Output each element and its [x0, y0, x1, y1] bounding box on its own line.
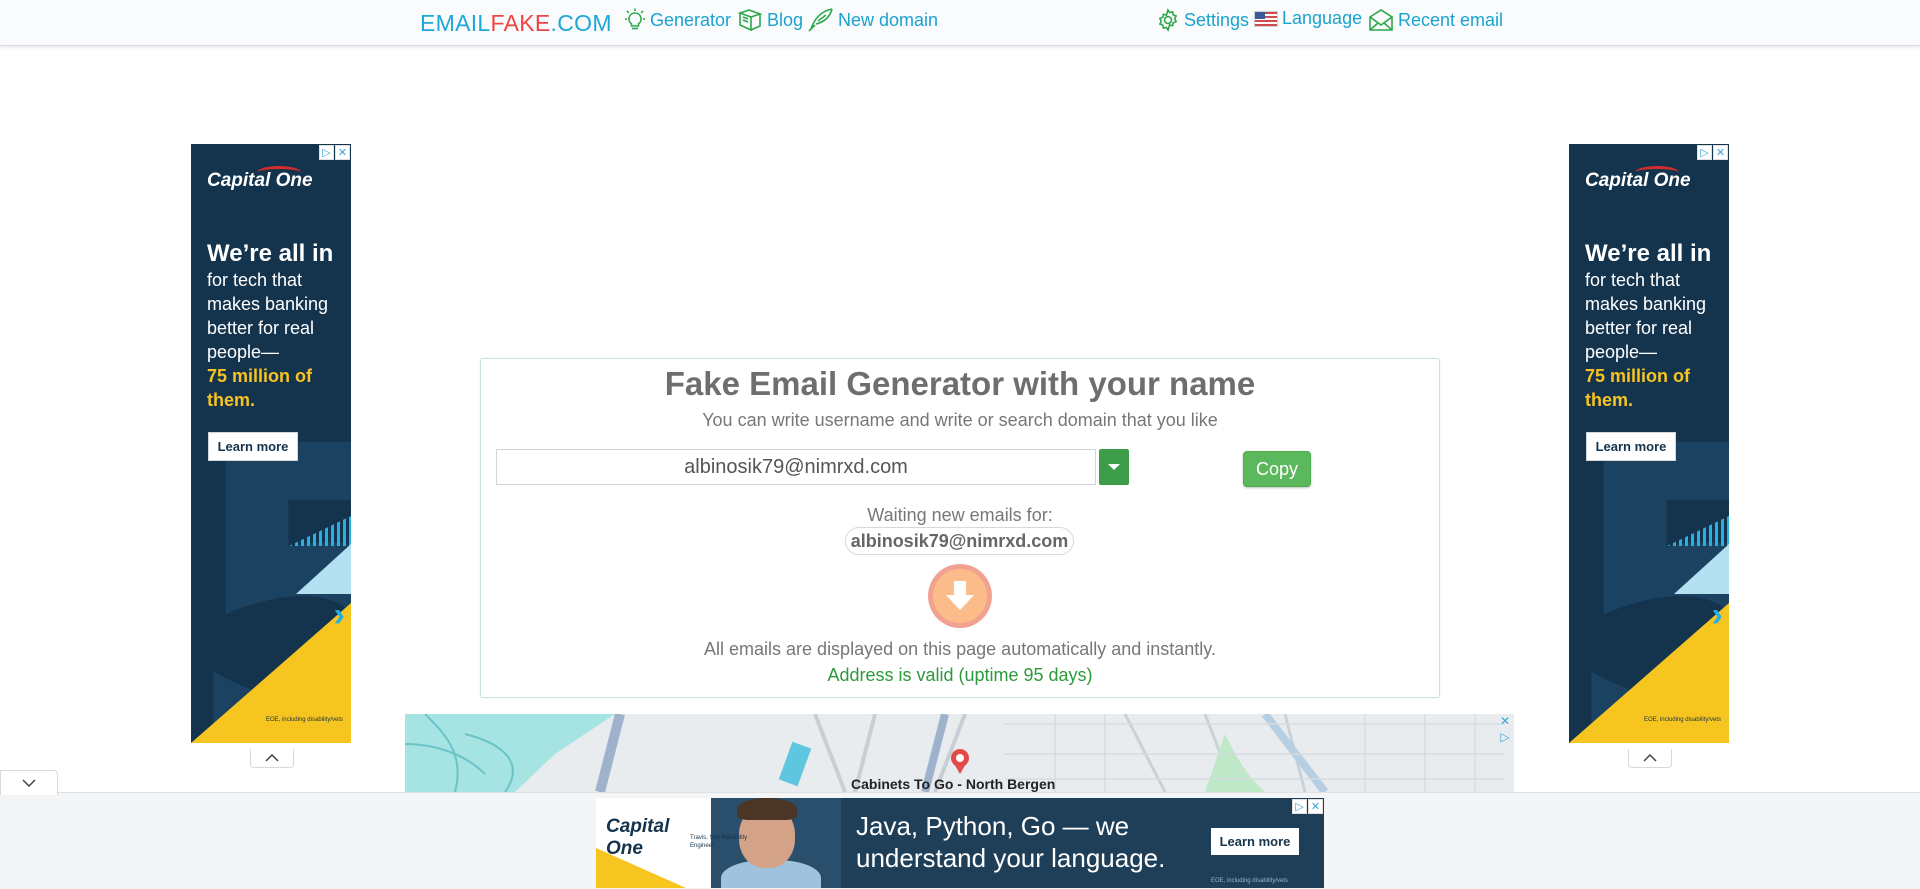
ad-learn-more-button[interactable]: Learn more	[208, 432, 298, 461]
nav-recent-email-label: Recent email	[1398, 9, 1504, 30]
chevron-down-icon	[22, 779, 36, 787]
banner-headline: Java, Python, Go — we understand your la…	[856, 811, 1166, 873]
brand-part-fake: FAKE	[490, 10, 551, 36]
banner-ad-badges: ▷ ✕	[1292, 799, 1323, 814]
arrow-down-icon	[946, 581, 974, 610]
adchoices-icon[interactable]: ▷	[1697, 145, 1712, 160]
adchoices-icon[interactable]: ▷	[319, 145, 334, 160]
ad-highlight: 75 million of them.	[1585, 366, 1691, 410]
email-generator-card: Fake Email Generator with your name You …	[480, 358, 1440, 698]
ad-body-text: for tech that makes banking better for r…	[207, 270, 329, 362]
page-title: Fake Email Generator with your name	[664, 365, 1256, 402]
waiting-address-badge: albinosik79@nimrxd.com	[845, 527, 1074, 555]
nav-recent-email-link[interactable]: Recent email	[1368, 8, 1503, 32]
banner-fine-print: EOE, including disability/vets	[1210, 878, 1288, 884]
banner-caption: Travis, Site Reliability Engineer	[690, 835, 748, 849]
adchoices-icon[interactable]: ▷	[1292, 799, 1307, 814]
ad-highlight: 75 million of them.	[207, 366, 313, 410]
bottom-banner-ad[interactable]: Capital One Travis, Site Reliability Eng…	[596, 798, 1324, 888]
nav-new-domain-link[interactable]: New domain	[808, 8, 938, 32]
email-address-input[interactable]	[496, 449, 1096, 485]
address-valid-status: Address is valid (uptime 95 days)	[827, 665, 1093, 685]
nav-language-label: Language	[1282, 8, 1363, 28]
site-logo[interactable]: EMAILFAKE.COM	[420, 10, 612, 37]
banner-learn-more-button[interactable]: Learn more	[1211, 828, 1299, 855]
chevron-up-icon	[265, 754, 279, 762]
ad-close-icon[interactable]: ✕	[1498, 714, 1512, 728]
pen-icon	[808, 8, 833, 32]
ad-close-icon[interactable]: ✕	[335, 145, 350, 160]
top-navbar: EMAILFAKE.COM Generator Blog New domain …	[0, 0, 1920, 46]
nav-generator-link[interactable]: Generator	[624, 8, 731, 32]
map-place-label: Cabinets To Go - North Bergen	[851, 776, 1056, 792]
ad-learn-more-button[interactable]: Learn more	[1586, 432, 1676, 461]
ad-logo-swoosh	[257, 166, 301, 179]
envelope-icon	[1369, 9, 1393, 31]
ad-logo-swoosh	[1635, 166, 1679, 179]
map-ad[interactable]: Cabinets To Go - North Bergen ✕ ▷	[405, 714, 1514, 792]
book-icon	[737, 9, 763, 32]
nav-blog-label: Blog	[767, 9, 804, 30]
ad-choice-badges: ▷ ✕	[1697, 145, 1728, 160]
ad-triangle-graphic	[296, 544, 351, 594]
brand-part-com: .COM	[550, 10, 612, 36]
ad-chevron-icon: ›	[333, 596, 345, 634]
ad-headline: We’re all in	[207, 240, 334, 267]
page-subtitle: You can write username and write or sear…	[702, 410, 1218, 430]
ad-headline: We’re all in	[1585, 240, 1712, 267]
gear-icon	[1158, 8, 1178, 32]
ad-chevron-icon: ›	[1711, 596, 1723, 634]
copy-button[interactable]: Copy	[1243, 451, 1311, 487]
domain-dropdown-button[interactable]	[1099, 449, 1129, 485]
nav-new-domain-label: New domain	[838, 9, 939, 30]
ad-choice-badges: ▷ ✕	[319, 145, 350, 160]
left-ad-collapse-button[interactable]	[250, 749, 294, 768]
nav-generator-label: Generator	[650, 9, 732, 30]
ad-close-icon[interactable]: ✕	[1308, 799, 1323, 814]
nav-settings-label: Settings	[1184, 9, 1250, 30]
ad-body-text: for tech that makes banking better for r…	[1585, 270, 1707, 362]
waiting-label: Waiting new emails for:	[867, 505, 1053, 525]
chevron-up-icon	[1643, 754, 1657, 762]
nav-settings-link[interactable]: Settings	[1156, 8, 1249, 32]
left-side-ad[interactable]: 5 › Capital One We’re all in for tech th…	[191, 144, 351, 743]
right-ad-collapse-button[interactable]	[1628, 749, 1672, 768]
ad-fine-print: EOE, including disability/vets	[265, 717, 343, 723]
bottom-ad-toggle-button[interactable]	[0, 770, 58, 795]
nav-language-link[interactable]: Language	[1254, 8, 1362, 29]
ad-fine-print: EOE, including disability/vets	[1643, 717, 1721, 723]
lightbulb-icon	[625, 8, 645, 30]
inbox-status-indicator	[928, 564, 992, 628]
us-flag-icon	[1254, 10, 1278, 27]
ad-triangle-graphic	[1674, 544, 1729, 594]
nav-blog-link[interactable]: Blog	[737, 8, 803, 32]
auto-display-note: All emails are displayed on this page au…	[704, 639, 1216, 659]
map-ad-badges: ✕ ▷	[1498, 714, 1512, 744]
brand-part-email: EMAIL	[420, 10, 491, 36]
adchoices-icon[interactable]: ▷	[1498, 730, 1512, 744]
right-side-ad[interactable]: 5 › Capital One We’re all in for tech th…	[1569, 144, 1729, 743]
ad-close-icon[interactable]: ✕	[1713, 145, 1728, 160]
